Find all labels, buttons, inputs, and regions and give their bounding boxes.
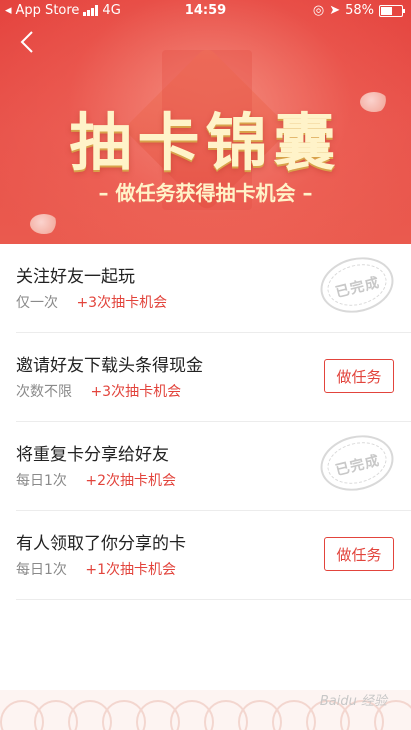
do-task-button[interactable]: 做任务	[324, 537, 394, 571]
task-reward: +3次抽卡机会	[76, 295, 168, 311]
task-frequency: 仅一次	[16, 295, 58, 311]
task-item: 将重复卡分享给好友 每日1次 +2次抽卡机会 已完成	[16, 422, 411, 511]
back-chevron-icon[interactable]	[20, 30, 38, 56]
task-frequency: 每日1次	[16, 562, 67, 578]
location-icon: ➤	[329, 3, 341, 18]
page-title: 抽卡锦囊	[69, 106, 342, 179]
coin-decoration	[30, 214, 58, 234]
completed-stamp: 已完成	[314, 249, 400, 321]
task-item: 关注好友一起玩 仅一次 +3次抽卡机会 已完成	[16, 244, 411, 333]
task-frequency: 每日1次	[16, 473, 67, 489]
task-name: 邀请好友下载头条得现金	[16, 356, 203, 376]
status-bar: ◂ App Store 4G 14:59 ◎ ➤ 58%	[0, 0, 411, 22]
task-name: 有人领取了你分享的卡	[16, 534, 186, 554]
task-name: 关注好友一起玩	[16, 267, 135, 287]
battery-icon	[379, 4, 405, 17]
watermark-text: Baidu 经验	[319, 694, 387, 709]
completed-stamp-label: 已完成	[333, 274, 382, 302]
completed-stamp: 已完成	[314, 427, 400, 499]
header-banner: ◂ App Store 4G 14:59 ◎ ➤ 58% 抽卡锦囊 – 做任务获…	[0, 0, 411, 244]
task-name: 将重复卡分享给好友	[16, 445, 169, 465]
task-frequency: 次数不限	[16, 384, 72, 400]
task-list: 关注好友一起玩 仅一次 +3次抽卡机会 已完成 邀请好友下载头条得现金 次数不限…	[0, 244, 411, 600]
task-reward: +3次抽卡机会	[90, 384, 182, 400]
orientation-lock-icon: ◎	[312, 3, 325, 18]
task-item: 邀请好友下载头条得现金 次数不限 +3次抽卡机会 做任务	[16, 333, 411, 422]
completed-stamp-label: 已完成	[333, 452, 382, 480]
task-details: 次数不限 +3次抽卡机会	[16, 381, 181, 401]
task-details: 仅一次 +3次抽卡机会	[16, 292, 167, 312]
task-details: 每日1次 +1次抽卡机会	[16, 559, 176, 579]
task-item: 有人领取了你分享的卡 每日1次 +1次抽卡机会 做任务	[16, 511, 411, 600]
task-reward: +2次抽卡机会	[85, 473, 177, 489]
task-reward: +1次抽卡机会	[85, 562, 177, 578]
battery-percent: 58%	[345, 3, 374, 18]
task-details: 每日1次 +2次抽卡机会	[16, 470, 176, 490]
page-subtitle: – 做任务获得抽卡机会 –	[98, 181, 313, 205]
do-task-button[interactable]: 做任务	[324, 359, 394, 393]
